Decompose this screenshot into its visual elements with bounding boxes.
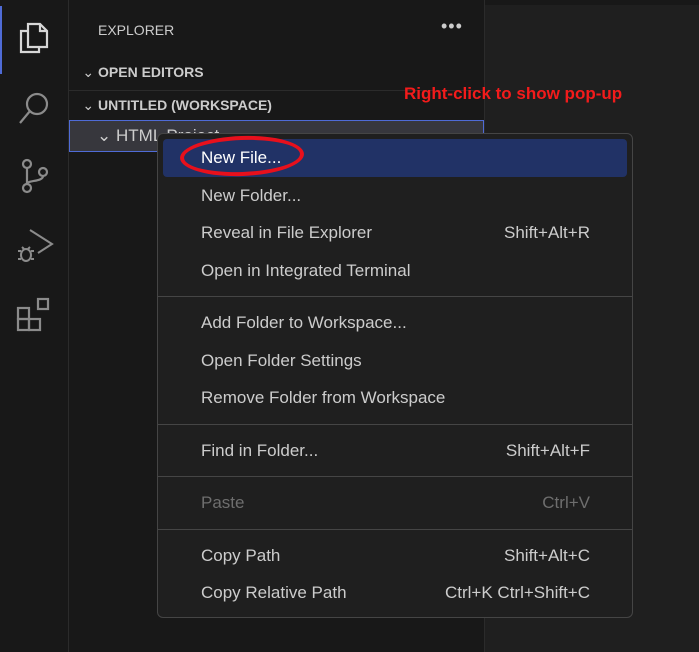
menu-item-remove-folder-from-workspace[interactable]: Remove Folder from Workspace [163, 379, 627, 417]
menu-separator [158, 528, 632, 530]
context-menu: New File... New Folder... Reveal in File E… [157, 133, 633, 618]
menu-item-label: New Folder... [201, 185, 302, 205]
menu-item-reveal-in-file-explorer[interactable]: Reveal in File Explorer Shift+Alt+R [163, 214, 627, 252]
ellipsis-icon[interactable]: ••• [441, 16, 463, 37]
source-control-icon[interactable] [14, 156, 54, 196]
section-open-editors[interactable]: ⌄ OPEN EDITORS [69, 58, 484, 86]
menu-item-label: Paste [201, 493, 245, 512]
menu-item-paste: Paste Ctrl+V [163, 484, 627, 522]
active-indicator [0, 6, 2, 74]
menu-item-label: Remove Folder from Workspace [201, 388, 446, 407]
annotation-text: Right-click to show pop-up [404, 84, 623, 103]
menu-item-open-folder-settings[interactable]: Open Folder Settings [163, 342, 627, 380]
chevron-down-icon: ⌄ [97, 126, 116, 145]
menu-separator [158, 423, 632, 425]
menu-separator [158, 476, 632, 477]
run-debug-icon[interactable] [14, 226, 54, 266]
extensions-icon[interactable] [14, 296, 54, 336]
menu-item-shortcut: Ctrl+K Ctrl+Shift+C [444, 583, 590, 602]
menu-item-new-folder[interactable]: New Folder... [163, 177, 627, 215]
files-icon[interactable] [14, 18, 54, 58]
search-icon[interactable] [14, 88, 54, 128]
menu-item-label: Copy Relative Path [201, 583, 347, 602]
activity-bar [0, 0, 69, 652]
menu-item-find-in-folder[interactable]: Find in Folder... Shift+Alt+F [163, 432, 627, 470]
menu-item-shortcut: Ctrl+V [542, 493, 590, 512]
menu-item-copy-relative-path[interactable]: Copy Relative Path Ctrl+K Ctrl+Shift+C [163, 574, 627, 612]
menu-item-shortcut: Shift+Alt+C [504, 545, 590, 565]
menu-item-label: Open in Integrated Terminal [201, 260, 411, 280]
menu-item-add-folder-to-workspace[interactable]: Add Folder to Workspace... [163, 304, 627, 342]
chevron-down-icon: ⌄ [82, 97, 98, 113]
menu-item-label: Reveal in File Explorer [201, 223, 373, 242]
menu-item-shortcut: Shift+Alt+R [504, 223, 590, 242]
menu-item-label: Find in Folder... [201, 440, 319, 460]
section-label: UNTITLED (WORKSPACE) [98, 97, 272, 113]
chevron-down-icon: ⌄ [82, 64, 98, 80]
menu-item-copy-path[interactable]: Copy Path Shift+Alt+C [163, 537, 627, 575]
menu-separator [158, 296, 632, 297]
menu-item-label: Open Folder Settings [201, 350, 362, 370]
menu-item-shortcut: Shift+Alt+F [505, 440, 590, 460]
menu-item-open-in-integrated-terminal[interactable]: Open in Integrated Terminal [163, 252, 627, 290]
menu-item-label: Add Folder to Workspace... [201, 313, 407, 332]
sidebar-title: EXPLORER [98, 22, 175, 38]
menu-item-label: Copy Path [201, 545, 281, 565]
section-label: OPEN EDITORS [98, 64, 204, 80]
